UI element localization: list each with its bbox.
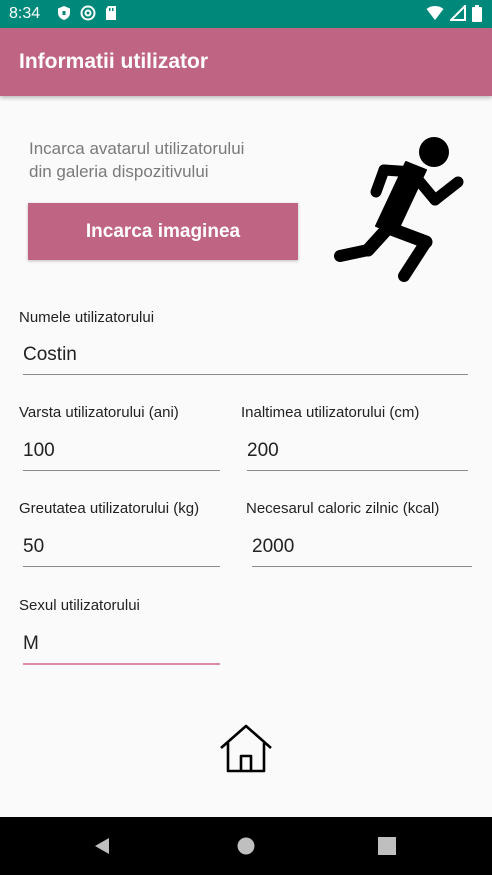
weight-field[interactable] (23, 532, 220, 567)
height-field[interactable] (247, 436, 468, 471)
home-circle-icon[interactable] (236, 836, 256, 856)
shield-icon (58, 6, 70, 20)
status-bar: 8:34 (0, 0, 492, 28)
name-field[interactable] (23, 340, 468, 375)
height-label: Inaltimea utilizatorului (cm) (241, 404, 420, 421)
sex-label: Sexul utilizatorului (19, 597, 140, 614)
battery-icon (472, 5, 482, 22)
at-icon (80, 5, 96, 21)
signal-icon (450, 5, 466, 21)
home-icon[interactable] (218, 720, 274, 776)
calories-field[interactable] (252, 532, 472, 567)
app-bar: Informatii utilizator (0, 28, 492, 96)
weight-label: Greutatea utilizatorului (kg) (19, 500, 200, 517)
page-title: Informatii utilizator (19, 50, 208, 73)
calories-label: Necesarul caloric zilnic (kcal) (246, 500, 440, 517)
age-field[interactable] (23, 436, 220, 471)
upload-image-button[interactable]: Incarca imaginea (28, 203, 298, 260)
navigation-bar (0, 817, 492, 875)
status-time: 8:34 (9, 5, 41, 22)
back-icon[interactable] (92, 836, 112, 856)
avatar-hint-line2: din galeria dispozitivului (29, 162, 209, 181)
age-label: Varsta utilizatorului (ani) (19, 404, 179, 421)
sd-card-icon (106, 6, 116, 20)
name-label: Numele utilizatorului (19, 309, 155, 326)
running-man-icon[interactable] (332, 132, 468, 284)
wifi-icon (426, 6, 444, 20)
sex-field[interactable] (23, 629, 220, 665)
avatar-hint-line1: Incarca avatarul utilizatorului (29, 139, 245, 158)
avatar-hint: Incarca avatarul utilizatorului din gale… (29, 137, 319, 183)
recents-icon[interactable] (378, 837, 396, 855)
